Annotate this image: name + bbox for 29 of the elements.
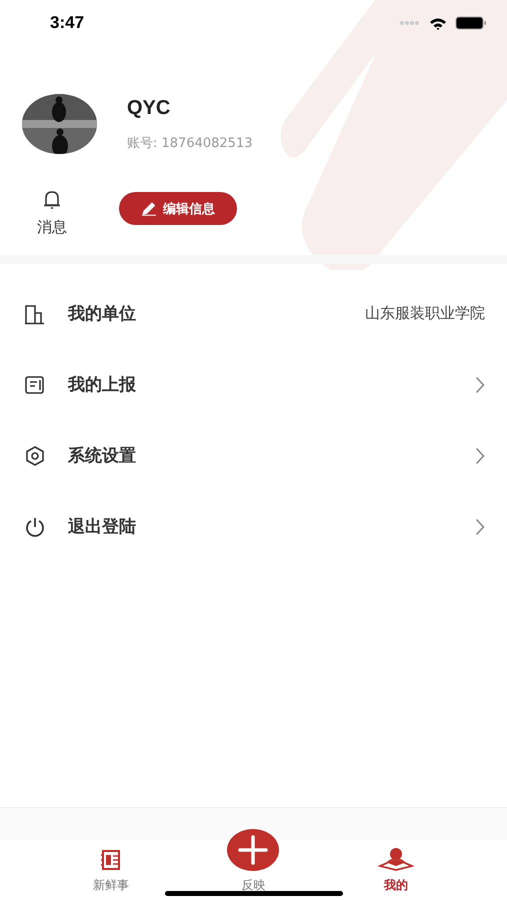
menu-value: 山东服装职业学院	[365, 304, 485, 323]
user-name: QYC	[127, 96, 172, 120]
account-number: 账号: 18764082513	[127, 134, 252, 152]
shortcut-label[interactable]: 消息	[37, 218, 67, 237]
menu-item[interactable]: 我的上报	[0, 349, 507, 420]
menu-label: 我的上报	[68, 374, 136, 396]
pencil-icon	[141, 202, 157, 216]
menu-label: 我的单位	[68, 303, 136, 325]
status-time: 3:47	[50, 13, 84, 33]
menu-item[interactable]: 退出登陆	[0, 491, 507, 562]
menu-label: 系统设置	[68, 445, 136, 467]
edit-info-button[interactable]: 编辑信息	[119, 192, 237, 225]
document-icon	[24, 374, 46, 396]
signal-icon	[399, 20, 421, 26]
power-icon	[24, 516, 46, 538]
person-icon	[378, 847, 414, 871]
wifi-icon	[429, 16, 447, 30]
building-icon	[24, 302, 46, 324]
menu-label: 退出登陆	[68, 516, 136, 538]
plus-icon	[227, 829, 280, 871]
settings-icon	[24, 444, 46, 466]
menu-item[interactable]: 我的单位 山东服装职业学院	[0, 278, 507, 349]
tab-item[interactable]: 反映	[213, 829, 294, 894]
tab-item[interactable]: 我的	[356, 847, 436, 894]
menu-item[interactable]: 系统设置	[0, 420, 507, 491]
tab-item[interactable]: 新鲜事	[71, 849, 152, 894]
bell-icon[interactable]	[42, 190, 62, 210]
battery-icon	[455, 16, 487, 30]
news-icon	[100, 849, 122, 871]
